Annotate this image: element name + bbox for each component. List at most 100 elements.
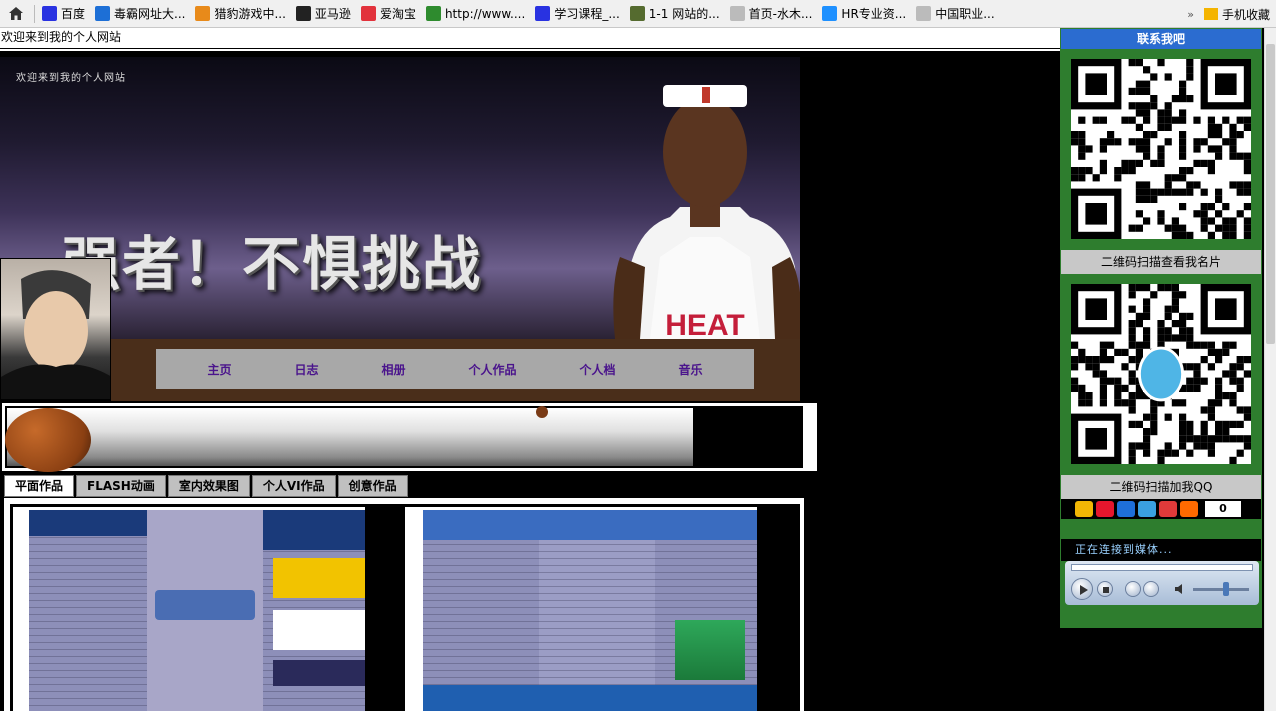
tab-flash-animation[interactable]: FLASH动画 [76, 475, 166, 497]
share-bar: 0 [1061, 499, 1261, 519]
bookmark-item[interactable]: 爱淘宝 [356, 0, 421, 27]
tencent-weibo-icon[interactable] [1159, 501, 1177, 517]
brochure-panel [29, 510, 147, 711]
flash-inner [5, 406, 803, 472]
page-icon [916, 6, 932, 21]
hr-icon [822, 6, 838, 21]
bookmarks-bar: 百度 毒霸网址大... 猎豹游戏中... 亚马逊 爱淘宝 http://www.... 学习… [0, 0, 1276, 28]
flash-animation-area [2, 403, 817, 472]
pengyou-icon[interactable] [1138, 501, 1156, 517]
bookmark-item[interactable]: 百度 [37, 0, 90, 27]
bookmark-item[interactable]: 1-1 网站的... [625, 0, 725, 27]
media-status: 正在连接到媒体... [1061, 539, 1261, 561]
weibo-icon[interactable] [1096, 501, 1114, 517]
stop-icon [1103, 587, 1109, 593]
work-card-1[interactable] [13, 507, 365, 711]
nav-container: 主页 日志 相册 个人作品 个人档 音乐 [111, 339, 800, 401]
play-icon [1080, 585, 1088, 595]
bookmark-item[interactable]: 毒霸网址大... [90, 0, 190, 27]
bookmark-label: 首页-水木... [748, 7, 813, 21]
baidu-icon [42, 6, 57, 21]
stop-button[interactable] [1097, 581, 1113, 597]
banner-welcome-text: 欢迎来到我的个人网站 [16, 73, 126, 84]
brochure-panel [147, 510, 263, 711]
bookmark-label: 中国职业... [935, 7, 995, 21]
volume-handle[interactable] [1223, 582, 1229, 596]
header-banner: 欢迎来到我的个人网站 强者！不惧挑战 HEAT [0, 57, 800, 339]
more-bookmarks-button[interactable]: » [1187, 8, 1194, 21]
brochure-panel [263, 510, 365, 711]
nav-blog[interactable]: 日志 [294, 361, 318, 378]
sidebar-header: 联系我吧 [1061, 29, 1261, 49]
media-player [1065, 561, 1259, 605]
renren-icon[interactable] [1117, 501, 1135, 517]
gallery-inner [10, 504, 800, 711]
seek-bar[interactable] [1071, 564, 1253, 571]
nav-works[interactable]: 个人作品 [468, 361, 516, 378]
mobile-favorites-link[interactable]: 手机收藏 [1222, 6, 1270, 23]
home-button[interactable] [0, 0, 32, 27]
bookmark-item[interactable]: 学习课程_... [530, 0, 624, 27]
page-scrollbar[interactable] [1264, 28, 1276, 711]
small-ball-icon [536, 406, 548, 418]
nav-music[interactable]: 音乐 [678, 361, 702, 378]
home-icon [9, 7, 23, 20]
qr-code-qq [1071, 284, 1251, 464]
qr-qq-caption: 二维码扫描加我QQ [1061, 475, 1261, 499]
tab-interior-renderings[interactable]: 室内效果图 [167, 475, 250, 497]
bookmark-label: 爱淘宝 [379, 7, 416, 21]
play-button[interactable] [1071, 578, 1093, 600]
page-icon [729, 6, 745, 21]
bookmark-item[interactable]: 猎豹游戏中... [190, 0, 290, 27]
bookmark-label: HR专业资... [841, 7, 907, 21]
bookmark-label: 百度 [61, 7, 86, 21]
brochure-panel [539, 510, 655, 711]
previous-button[interactable] [1125, 581, 1141, 597]
bookmark-item[interactable]: HR专业资... [817, 0, 911, 27]
bookmark-item[interactable]: 首页-水木... [725, 0, 818, 27]
share-count: 0 [1205, 501, 1241, 517]
divider [0, 49, 1060, 51]
next-button[interactable] [1143, 581, 1159, 597]
banner-slogan: 强者！不惧挑战 [62, 230, 483, 298]
bookmark-label: 亚马逊 [314, 7, 351, 21]
volume-slider[interactable] [1193, 588, 1249, 591]
works-gallery [4, 498, 804, 711]
nav-profile[interactable]: 个人档 [579, 361, 615, 378]
works-tabs: 平面作品 FLASH动画 室内效果图 个人VI作品 创意作品 [4, 475, 408, 497]
bookmark-item[interactable]: http://www.... [421, 0, 530, 27]
nav-album[interactable]: 相册 [381, 361, 405, 378]
shield-icon [629, 6, 645, 21]
taobao-icon [360, 6, 376, 21]
qzone-icon[interactable] [1075, 501, 1093, 517]
baidu-icon [535, 6, 551, 21]
tab-graphic-works[interactable]: 平面作品 [4, 475, 75, 497]
more-share-icon[interactable] [1180, 501, 1198, 517]
volume-icon[interactable] [1173, 582, 1187, 596]
avatar-photo [0, 258, 111, 400]
scrollbar-thumb[interactable] [1266, 44, 1275, 344]
basketball-icon [5, 408, 91, 472]
bookmark-label: 毒霸网址大... [114, 7, 186, 21]
bookmark-item[interactable]: 亚马逊 [291, 0, 356, 27]
tab-personal-vi-works[interactable]: 个人VI作品 [251, 475, 336, 497]
page-title-text: 欢迎来到我的个人网站 [0, 28, 1060, 48]
bookmark-label: 1-1 网站的... [648, 7, 720, 21]
bookmarks-separator [34, 4, 35, 23]
brochure-panel [423, 510, 539, 711]
amazon-icon [295, 6, 311, 21]
bookmark-list: 百度 毒霸网址大... 猎豹游戏中... 亚马逊 爱淘宝 http://www.... 学习… [37, 0, 1000, 27]
main-nav: 主页 日志 相册 个人作品 个人档 音乐 [156, 349, 754, 389]
bookmark-item[interactable]: 中国职业... [911, 0, 999, 27]
qr-card-caption: 二维码扫描查看我名片 [1061, 250, 1261, 274]
bookmarks-right: » 手机收藏 [1187, 0, 1270, 27]
jersey-text: HEAT [665, 309, 744, 339]
qq-penguin-icon [1137, 346, 1185, 402]
brochure-panel [655, 510, 757, 711]
nav-home[interactable]: 主页 [207, 361, 231, 378]
duba-icon [95, 6, 111, 21]
basketball-player-image: HEAT [613, 85, 800, 339]
work-card-2[interactable] [405, 507, 757, 711]
bookmark-label: 猎豹游戏中... [214, 7, 286, 21]
tab-creative-works[interactable]: 创意作品 [337, 475, 408, 497]
